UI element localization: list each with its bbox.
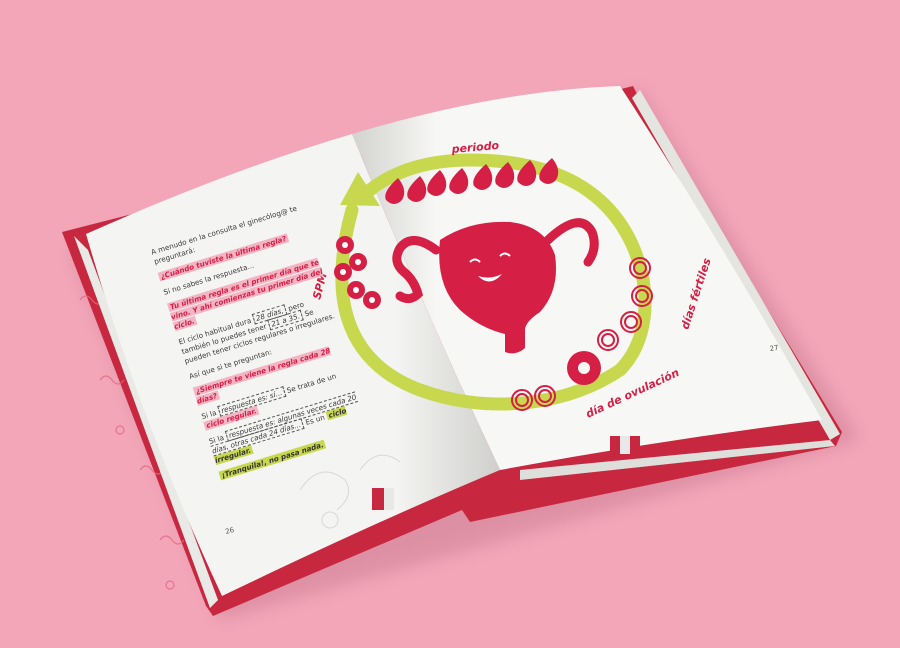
flower-icon xyxy=(363,291,381,309)
flower-icon xyxy=(347,281,365,299)
ovulation-ring-icon xyxy=(567,351,601,385)
flower-icon xyxy=(334,263,352,281)
book-scene: 26 27 periodo SPM días fértiles día de o… xyxy=(62,86,860,620)
right-page-number: 27 xyxy=(769,344,779,353)
flower-icon xyxy=(336,236,354,254)
flower-icon xyxy=(349,253,367,271)
